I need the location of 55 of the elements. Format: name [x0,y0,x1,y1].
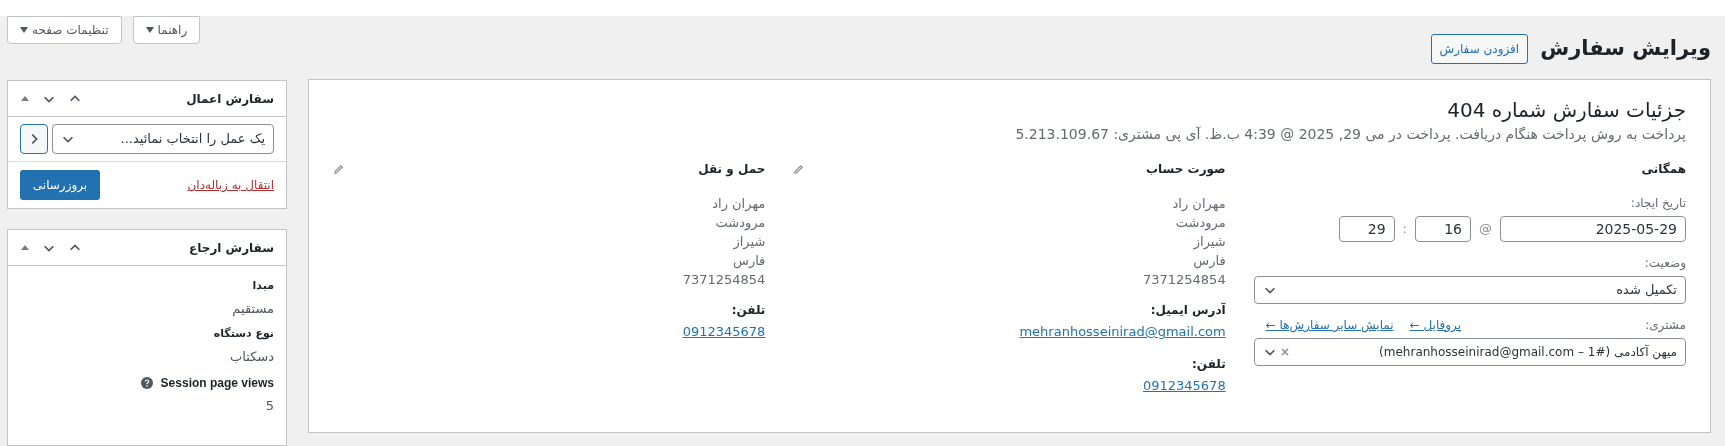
profile-link[interactable]: پروفایل ← [1409,316,1462,334]
date-field[interactable]: 2025-05-29 [1500,216,1686,242]
at-sign: @ [1479,220,1492,239]
time-colon: : [1402,220,1407,239]
minute-field[interactable]: 29 [1338,216,1395,242]
phone-link[interactable]: 0912345678 [682,324,766,339]
address-line: مهران راد [711,195,766,213]
add-order-button[interactable]: افزودن سفارش [1430,34,1529,64]
address-line: مرودشت [714,214,766,232]
column-heading: همگانی [1640,161,1686,178]
field-value: 5 [264,397,274,415]
screen-options-tab[interactable]: تنظیمات صفحه [7,16,122,44]
address-line: 7371254854 [1141,271,1226,289]
phone-link[interactable]: 0912345678 [1142,378,1226,393]
address-line: شیراز [732,233,766,251]
field-value: دسکتاب [229,347,274,366]
order-subtitle: پرداخت به روش پرداخت هنگام دریافت. پرداخت در می 29, 2025 @ 4:39 ب.ظ. آی پی مشتری: 5.213.109.67 [1014,125,1686,144]
apply-button[interactable] [20,124,48,154]
field-label: مبدا [252,278,274,294]
caret-icon [20,26,28,34]
address-line: مرودشت [1174,214,1226,232]
hour-field[interactable]: 16 [1415,216,1471,242]
pencil-icon[interactable] [793,163,805,175]
status-select[interactable]: تکمیل شده [1253,276,1686,304]
address-line: فارس [732,252,766,270]
clear-icon[interactable] [1280,348,1289,356]
field-label: وضعیت: [1643,255,1686,272]
action-select[interactable]: یک عمل را انتخاب نمائید... [52,124,274,154]
field-label: نوع دستگاه [213,326,274,342]
customer-select[interactable]: میهن آکادمی (#1 – mehranhosseinirad@gmail.com) [1253,338,1686,366]
box-title: سفارش ارجاع [189,239,274,257]
other-orders-link[interactable]: نمایش سایر سفارش‌ها ← [1265,316,1394,334]
field-label: آدرس ایمیل: [1149,301,1226,319]
caret-icon [145,26,154,34]
order-title: جزئیات سفارش شماره 404 [1446,97,1686,124]
field-label: تاریخ ایجاد: [1629,195,1686,212]
address-line: شیراز [1192,233,1226,251]
email-link[interactable]: mehranhosseinirad@gmail.com [1019,324,1226,339]
address-line: فارس [1192,252,1226,270]
screen-options-tab[interactable]: راهنما [132,16,201,44]
field-label: Session page views [160,375,274,392]
pencil-icon[interactable] [333,163,344,175]
help-icon[interactable] [140,377,153,389]
address-line: مهران راد [1171,195,1226,213]
field-label: تلفن: [730,302,766,319]
address-line: 7371254854 [681,271,766,289]
update-button[interactable]: بروزرسانی [20,170,100,200]
field-label: تلفن: [1191,356,1226,373]
trash-link[interactable]: انتقال به زباله‌دان [187,176,274,194]
box-title: سفارش اعمال [186,90,274,108]
column-heading: حمل و نقل [698,161,766,178]
field-label: مشتری: [1645,317,1686,334]
column-heading: صورت حساب [1146,161,1226,178]
field-value: مستقیم [231,299,274,318]
page-title: ویرایش سفارش [1540,35,1711,63]
